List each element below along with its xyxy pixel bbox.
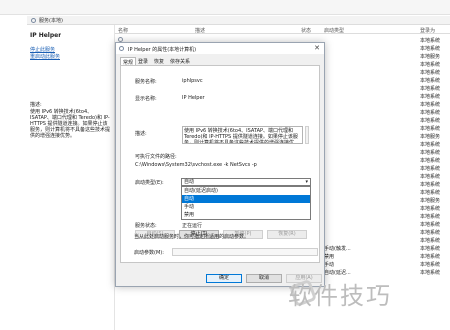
service-logon-cell: 本地系统: [420, 86, 441, 92]
service-logon-cell: 本地系统: [420, 46, 441, 52]
service-logon-cell: 本地系统: [420, 254, 441, 260]
dialog-title: IP Helper 的属性(本地计算机): [128, 47, 197, 53]
stop-service-link[interactable]: 停止此服务: [30, 46, 55, 53]
service-logon-cell: 本地系统: [420, 246, 441, 252]
description-textbox[interactable]: 使用 IPv6 转换技术(6to4、ISATAP、端口代理和 Teredo)和 …: [182, 126, 303, 144]
close-icon[interactable]: ✕: [314, 44, 320, 52]
column-description[interactable]: 描述: [195, 27, 205, 34]
tab-general[interactable]: 常规: [120, 57, 137, 66]
tab-dependencies[interactable]: 依存关系: [168, 57, 192, 65]
service-startup-cell: 自动(延迟...: [324, 270, 351, 276]
service-logon-cell: 本地系统: [420, 206, 441, 212]
startup-type-dropdown: 自动(延迟启动) 自动 手动 禁用: [181, 186, 311, 220]
service-logon-cell: 本地系统: [420, 38, 441, 44]
service-logon-cell: 本地系统: [420, 214, 441, 220]
service-logon-cell: 本地系统: [420, 62, 441, 68]
tab-recovery[interactable]: 恢复: [152, 57, 166, 65]
service-status-value: 正在运行: [182, 223, 203, 229]
start-params-hint: 当从此处启动服务时，你可指定所适用的启动参数。: [134, 234, 250, 240]
tab-logon[interactable]: 登录: [136, 57, 150, 65]
service-logon-cell: 本地系统: [420, 262, 441, 268]
description-heading: 描述:: [30, 102, 42, 108]
selected-service-name: IP Helper: [30, 32, 62, 39]
display-name-label: 显示名称:: [135, 96, 157, 102]
service-logon-cell: 本地系统: [420, 70, 441, 76]
description-label: 描述:: [135, 131, 147, 137]
service-logon-cell: 本地系统: [420, 222, 441, 228]
service-logon-cell: 本地系统: [420, 174, 441, 180]
services-header-bar: 服务(本地): [27, 16, 450, 25]
services-column-header: 名称 描述 状态 启动类型 登录为: [115, 25, 450, 34]
service-detail-pane: IP Helper 停止此服务 重启动此服务 描述: 使用 IPv6 转换技术(…: [27, 25, 115, 330]
service-name-label: 服务名称:: [135, 79, 157, 85]
exe-path-label: 可执行文件的路径:: [135, 154, 177, 160]
service-logon-cell: 本地系统: [420, 270, 441, 276]
restart-service-link[interactable]: 重启动此服务: [30, 53, 60, 60]
service-logon-cell: 本地系统: [420, 158, 441, 164]
service-startup-cell: 手动(触发...: [324, 246, 351, 252]
column-status[interactable]: 状态: [301, 27, 311, 34]
startup-option[interactable]: 禁用: [182, 211, 310, 219]
service-logon-cell: 本地服务: [420, 134, 441, 140]
start-params-input[interactable]: [172, 248, 318, 256]
startup-option[interactable]: 自动(延迟启动): [182, 187, 310, 195]
column-name[interactable]: 名称: [118, 27, 128, 34]
startup-option[interactable]: 自动: [182, 195, 310, 203]
ok-button[interactable]: 确定: [206, 274, 242, 283]
service-logon-cell: 本地系统: [420, 182, 441, 188]
service-logon-cell: 本地服务: [420, 54, 441, 60]
startup-type-select[interactable]: 自动 ▾: [181, 178, 311, 186]
service-logon-cell: 本地系统: [420, 238, 441, 244]
startup-option[interactable]: 手动: [182, 203, 310, 211]
service-logon-cell: 本地系统: [420, 142, 441, 148]
service-name-value: iphlpsvc: [182, 78, 203, 84]
service-logon-cell: 本地系统: [420, 230, 441, 236]
service-logon-cell: 本地系统: [420, 110, 441, 116]
service-description: 使用 IPv6 转换技术(6to4、ISATAP、端口代理和 Teredo)和 …: [30, 109, 111, 139]
exe-path-value: C:\Windows\System32\svchost.exe -k NetSv…: [135, 162, 257, 168]
dialog-tabs: 常规 登录 恢复 依存关系: [120, 57, 320, 66]
service-logon-cell: 本地系统: [420, 190, 441, 196]
service-logon-cell: 本地系统: [420, 166, 441, 172]
cancel-button[interactable]: 取消: [246, 274, 282, 283]
properties-dialog: IP Helper 的属性(本地计算机) ✕ 常规 登录 恢复 依存关系 服务名…: [115, 42, 325, 287]
services-title: 服务(本地): [39, 18, 63, 24]
service-status-label: 服务状态:: [135, 223, 157, 229]
startup-selected-value: 自动: [184, 179, 195, 185]
services-gear-icon: [31, 18, 36, 23]
chevron-down-icon: ▾: [305, 179, 308, 185]
service-logon-cell: 本地系统: [420, 126, 441, 132]
service-logon-cell: 本地系统: [420, 78, 441, 84]
watermark-text: 软件技巧: [288, 282, 392, 310]
startup-type-label: 启动类型(E):: [135, 180, 164, 186]
service-logon-cell: 本地系统: [420, 118, 441, 124]
column-startup-type[interactable]: 启动类型: [324, 27, 344, 34]
description-scrollbar[interactable]: [305, 126, 309, 144]
service-logon-cell: 本地系统: [420, 94, 441, 100]
service-startup-cell: 禁用: [324, 254, 335, 260]
service-startup-cell: 手动: [324, 262, 335, 268]
start-params-label: 启动参数(M):: [134, 250, 164, 256]
service-logon-cell: 本地服务: [420, 198, 441, 204]
dialog-titlebar: IP Helper 的属性(本地计算机) ✕: [116, 43, 324, 54]
display-name-value: IP Helper: [182, 95, 205, 101]
service-logon-cell: 本地系统: [420, 102, 441, 108]
toolbar-strip: [0, 0, 450, 15]
column-logon-as[interactable]: 登录为: [420, 27, 435, 34]
service-logon-cell: 本地系统: [420, 150, 441, 156]
dialog-gear-icon: [119, 46, 124, 51]
